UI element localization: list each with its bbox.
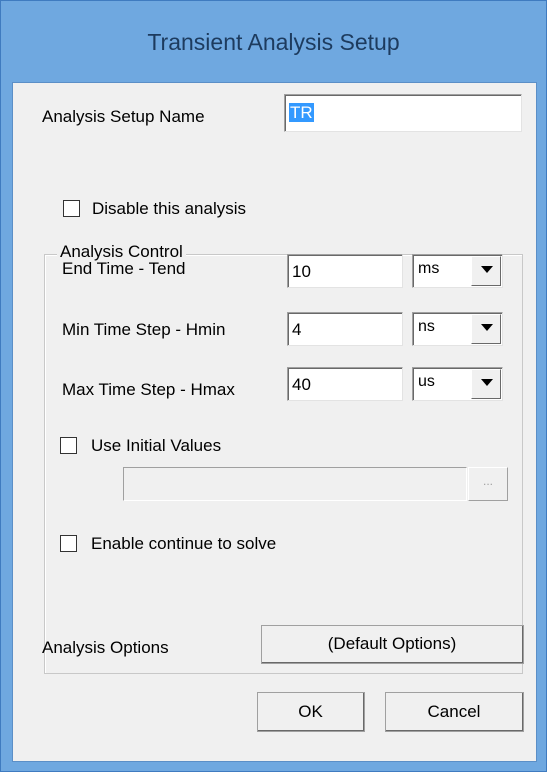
max-step-label: Max Time Step - Hmax (62, 380, 235, 399)
setup-name-value: TR (289, 103, 314, 122)
min-step-unit-select[interactable]: ns (412, 312, 503, 346)
setup-name-input[interactable]: TR (284, 94, 522, 132)
dialog-client-area: Analysis Setup Name TR Analysis Control … (12, 82, 537, 762)
use-initial-values-label: Use Initial Values (91, 436, 222, 455)
end-time-label: End Time - Tend (62, 259, 186, 278)
min-step-unit: ns (418, 318, 435, 335)
max-step-unit: us (418, 373, 435, 390)
end-time-input[interactable]: 10 (287, 254, 403, 288)
window-title: Transient Analysis Setup (147, 29, 400, 55)
initial-values-path-input (123, 467, 467, 501)
browse-initial-values-button: ... (468, 467, 508, 501)
max-step-value: 40 (292, 375, 311, 394)
disable-analysis-label: Disable this analysis (92, 199, 247, 218)
min-step-unit-dropdown[interactable] (471, 314, 501, 344)
end-time-value: 10 (292, 262, 311, 281)
max-step-unit-dropdown[interactable] (471, 369, 501, 399)
max-step-unit-select[interactable]: us (412, 367, 503, 401)
cancel-button[interactable]: Cancel (385, 692, 524, 732)
ok-button[interactable]: OK (257, 692, 365, 732)
setup-name-label: Analysis Setup Name (42, 107, 205, 126)
use-initial-values-checkbox[interactable] (60, 437, 77, 454)
dialog-window: Transient Analysis Setup Analysis Setup … (0, 0, 547, 772)
end-time-unit-dropdown[interactable] (471, 256, 501, 286)
enable-continue-label: Enable continue to solve (91, 534, 277, 553)
end-time-unit-select[interactable]: ms (412, 254, 503, 288)
title-bar[interactable]: Transient Analysis Setup (1, 1, 546, 81)
analysis-options-label: Analysis Options (42, 638, 169, 657)
end-time-unit: ms (418, 260, 440, 277)
enable-continue-checkbox[interactable] (60, 535, 77, 552)
chevron-down-icon (481, 266, 493, 273)
chevron-down-icon (481, 324, 493, 331)
disable-analysis-checkbox[interactable] (63, 200, 80, 217)
default-options-button[interactable]: (Default Options) (261, 625, 524, 664)
min-step-value: 4 (292, 320, 302, 339)
max-step-input[interactable]: 40 (287, 367, 403, 401)
chevron-down-icon (481, 379, 493, 386)
min-step-label: Min Time Step - Hmin (62, 320, 226, 339)
min-step-input[interactable]: 4 (287, 312, 403, 346)
